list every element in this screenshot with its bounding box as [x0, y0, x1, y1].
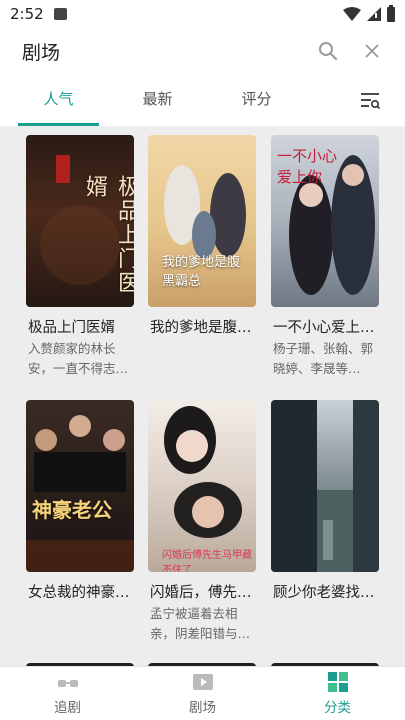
signal-icon: [367, 7, 381, 21]
glasses-icon: [57, 679, 78, 687]
drama-card[interactable]: 顾少你老婆找…: [271, 400, 381, 644]
drama-description: 孟宁被逼着去相亲，阴差阳错与…: [150, 606, 251, 641]
status-bar: 2:52: [0, 0, 405, 28]
drama-title[interactable]: 极品上门医婿: [26, 316, 138, 337]
drama-poster[interactable]: 极品上门医婿: [26, 135, 134, 307]
wifi-icon: [343, 7, 361, 21]
drama-card[interactable]: 我的爹地是腹黑霸总 我的爹地是腹…: [148, 135, 258, 379]
nav-item-theater[interactable]: 剧场: [135, 667, 270, 720]
nav-label: 分类: [324, 699, 351, 716]
header-actions: [317, 40, 383, 62]
poster-title: 神豪老公: [32, 498, 112, 522]
drama-card[interactable]: 一不小心爱上你 一不小心爱上… 杨子珊、张翰、郭晓婷、李晟等…: [271, 135, 381, 379]
close-icon[interactable]: [361, 40, 383, 62]
nav-label: 剧场: [189, 699, 216, 716]
nav-item-category[interactable]: 分类: [270, 667, 405, 720]
drama-card[interactable]: 神豪老公 女总裁的神豪…: [26, 400, 136, 644]
drama-title[interactable]: 闪婚后，傅先…: [148, 581, 260, 602]
drama-description: [148, 339, 252, 379]
drama-description: [26, 604, 130, 644]
drama-poster[interactable]: 闪婚后傅先生马甲藏不住了: [148, 400, 256, 572]
drama-poster[interactable]: 神豪老公: [26, 400, 134, 572]
image-notification-icon: [53, 8, 67, 20]
tab-latest[interactable]: 最新: [117, 76, 198, 126]
sort-tabs: 人气 最新 评分: [0, 76, 405, 126]
nav-item-follow[interactable]: 追剧: [0, 667, 135, 720]
drama-card[interactable]: 闪婚后傅先生马甲藏不住了 闪婚后，傅先… 孟宁被逼着去相亲，阴差阳错与…: [148, 400, 258, 644]
drama-title[interactable]: 顾少你老婆找…: [271, 581, 383, 602]
grid-icon: [327, 671, 348, 692]
drama-card[interactable]: 极品上门医婿 极品上门医婿 入赘颜家的林长安，一直不得志…: [26, 135, 136, 379]
drama-poster[interactable]: [271, 400, 379, 572]
drama-description: [271, 604, 375, 644]
status-time: 2:52: [10, 5, 44, 23]
status-icons: [343, 4, 395, 22]
filter-list-icon[interactable]: [359, 90, 381, 112]
battery-icon: [387, 4, 395, 22]
poster-title: 极品上门医婿: [82, 175, 134, 295]
page-title: 剧场: [22, 41, 61, 64]
drama-title[interactable]: 一不小心爱上…: [271, 316, 383, 337]
nav-label: 追剧: [54, 699, 81, 716]
drama-description: 入赘颜家的林长安，一直不得志…: [28, 341, 129, 376]
tab-rating[interactable]: 评分: [216, 76, 297, 126]
top-app-bar: 剧场: [0, 28, 405, 74]
drama-poster[interactable]: 一不小心爱上你: [271, 135, 379, 307]
film-icon: [192, 673, 213, 690]
poster-title: 闪婚后傅先生马甲藏不住了: [162, 550, 252, 572]
drama-title[interactable]: 女总裁的神豪…: [26, 581, 138, 602]
search-icon[interactable]: [317, 40, 339, 62]
drama-grid[interactable]: 极品上门医婿 极品上门医婿 入赘颜家的林长安，一直不得志… 我的爹地是腹黑霸总 …: [0, 126, 405, 666]
tab-popular[interactable]: 人气: [18, 76, 99, 126]
poster-title: 一不小心爱上你: [277, 147, 338, 186]
drama-poster[interactable]: 我的爹地是腹黑霸总: [148, 135, 256, 307]
drama-title[interactable]: 我的爹地是腹…: [148, 316, 260, 337]
bottom-navigation: 追剧 剧场 分类: [0, 666, 405, 720]
drama-description: 杨子珊、张翰、郭晓婷、李晟等…: [273, 341, 374, 376]
poster-title: 我的爹地是腹黑霸总: [162, 255, 241, 289]
